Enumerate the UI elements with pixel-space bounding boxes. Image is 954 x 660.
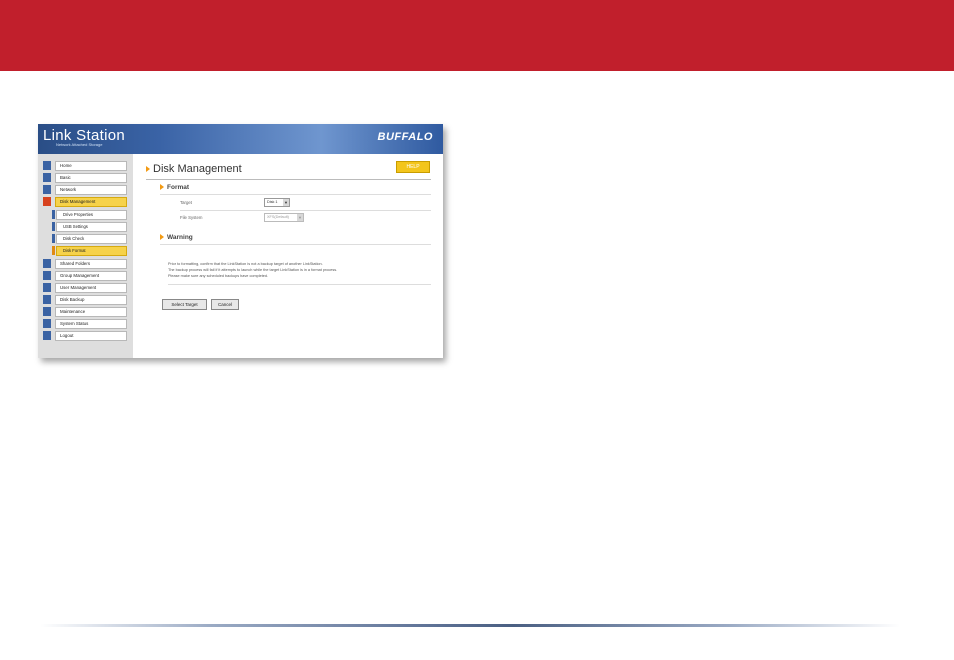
warning-section-heading: Warning (160, 234, 193, 241)
sidebar-item-label: Maintenance (55, 306, 127, 317)
basic-icon (43, 173, 51, 182)
target-select-value: Disk 1 (267, 200, 278, 204)
sidebar-subitem-label: USB Settings (56, 221, 127, 232)
subitem-marker (52, 210, 55, 219)
page-title: Disk Management (146, 163, 242, 175)
arrow-bullet-icon (160, 234, 164, 241)
user-icon (43, 283, 51, 292)
arrow-bullet-icon (160, 184, 164, 191)
format-section-heading: Format (160, 184, 189, 191)
section-divider (160, 244, 431, 245)
sidebar-item-label: Disk Backup (55, 294, 127, 305)
file-system-label: File System (180, 215, 203, 220)
sidebar-subitem-label: Disk Format (56, 245, 127, 256)
page-title-text: Disk Management (153, 163, 242, 175)
warning-text-line: Please make sure any scheduled backups h… (168, 274, 269, 278)
folder-icon (43, 259, 51, 268)
help-button[interactable]: HELP (396, 161, 430, 173)
sidebar-item-label: Basic (55, 172, 127, 183)
vendor-logo: BUFFALO (377, 131, 433, 143)
arrow-bullet-icon (146, 166, 150, 173)
sidebar-item-home[interactable]: Home (43, 160, 127, 171)
footer-divider (40, 624, 900, 627)
cancel-button[interactable]: Cancel (211, 299, 239, 310)
sidebar-item-label: Home (55, 160, 127, 171)
status-icon (43, 319, 51, 328)
file-system-select[interactable]: XFS(Default) ▼ (264, 213, 304, 222)
file-system-select-value: XFS(Default) (267, 215, 289, 219)
sidebar-item-disk-management[interactable]: Disk Management (43, 196, 127, 207)
section-divider (160, 194, 431, 195)
sidebar-item-label: Disk Management (55, 196, 127, 207)
subitem-marker (52, 246, 55, 255)
section-heading-text: Format (167, 184, 190, 191)
sidebar-item-network[interactable]: Network (43, 184, 127, 195)
row-divider (180, 210, 431, 211)
logout-icon (43, 331, 51, 340)
sidebar-item-disk-backup[interactable]: Disk Backup (43, 294, 127, 305)
sidebar: Home Basic Network Disk Management Drive… (38, 154, 133, 358)
chevron-down-icon: ▼ (297, 214, 303, 221)
sidebar-item-label: Network (55, 184, 127, 195)
sidebar-subitem-label: Drive Properties (56, 209, 127, 220)
select-target-button[interactable]: Select Target (162, 299, 207, 310)
sidebar-item-maintenance[interactable]: Maintenance (43, 306, 127, 317)
sidebar-subitem-usb-settings[interactable]: USB Settings (52, 221, 127, 232)
sidebar-item-basic[interactable]: Basic (43, 172, 127, 183)
section-divider (168, 284, 431, 285)
main-content: Disk Management HELP Format Target Disk … (133, 154, 443, 358)
backup-icon (43, 295, 51, 304)
sidebar-subitem-label: Disk Check (56, 233, 127, 244)
sidebar-item-logout[interactable]: Logout (43, 330, 127, 341)
sidebar-item-label: User Management (55, 282, 127, 293)
group-icon (43, 271, 51, 280)
warning-text-line: Prior to formatting, confirm that the Li… (168, 262, 323, 266)
maintenance-icon (43, 307, 51, 316)
sidebar-item-shared-folders[interactable]: Shared Folders (43, 258, 127, 269)
sidebar-item-label: Group Management (55, 270, 127, 281)
linkstation-screenshot: Link Station Network Attached Storage BU… (38, 124, 443, 358)
sidebar-subitem-drive-properties[interactable]: Drive Properties (52, 209, 127, 220)
sidebar-item-system-status[interactable]: System Status (43, 318, 127, 329)
title-divider (146, 179, 431, 180)
sidebar-item-group-management[interactable]: Group Management (43, 270, 127, 281)
section-heading-text: Warning (167, 234, 193, 241)
home-icon (43, 161, 51, 170)
sidebar-item-label: System Status (55, 318, 127, 329)
sidebar-subitem-disk-format[interactable]: Disk Format (52, 245, 127, 256)
chevron-down-icon: ▼ (283, 199, 289, 206)
network-icon (43, 185, 51, 194)
brand-subtitle: Network Attached Storage (56, 142, 103, 147)
sidebar-subitem-disk-check[interactable]: Disk Check (52, 233, 127, 244)
sidebar-item-user-management[interactable]: User Management (43, 282, 127, 293)
sidebar-item-label: Shared Folders (55, 258, 127, 269)
sidebar-item-label: Logout (55, 330, 127, 341)
subitem-marker (52, 234, 55, 243)
subitem-marker (52, 222, 55, 231)
target-label: Target (180, 200, 192, 205)
disk-icon (43, 197, 51, 206)
target-select[interactable]: Disk 1 ▼ (264, 198, 290, 207)
warning-text-line: The backup process will fail if it attem… (168, 268, 338, 272)
app-header: Link Station Network Attached Storage BU… (38, 124, 443, 154)
top-banner (0, 0, 954, 71)
